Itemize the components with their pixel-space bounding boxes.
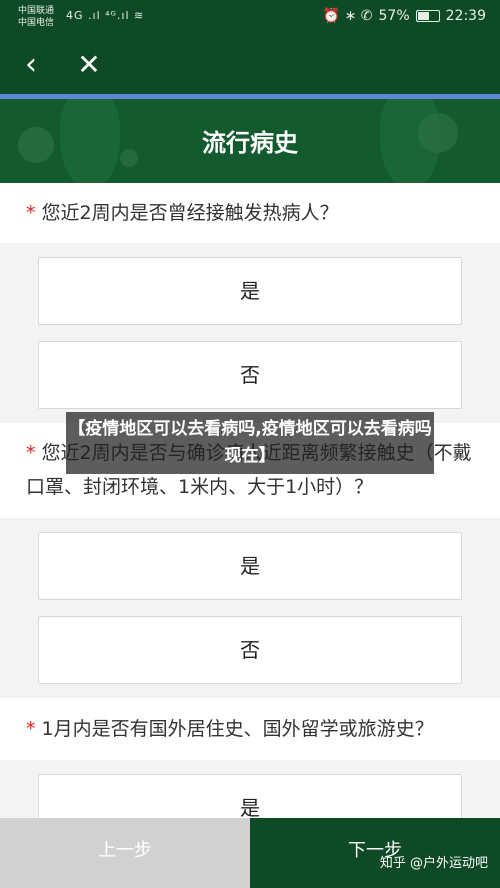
- watermark: 知乎 @户外运动吧: [379, 856, 488, 871]
- status-bar: 中国联通 中国电信 4G .ıl ⁴ᴳ.ıl ≋ ⏰ ∗ ✆ 57% 22:39: [0, 0, 500, 36]
- status-icons: ⏰ ∗ ✆: [322, 8, 373, 24]
- option-yes[interactable]: 是: [38, 257, 462, 325]
- question-1: * 您近2周内是否曾经接触发热病人？: [0, 183, 500, 243]
- option-no[interactable]: 否: [38, 616, 462, 684]
- back-button[interactable]: ‹: [14, 48, 48, 82]
- nav-bar: ‹ ✕: [0, 36, 500, 94]
- battery-icon: [415, 10, 440, 22]
- option-yes[interactable]: 是: [38, 532, 462, 600]
- carrier-labels: 中国联通 中国电信: [18, 5, 54, 29]
- options-1: 是 否: [0, 243, 500, 423]
- page-title: 流行病史: [202, 129, 298, 157]
- question-text: 您近2周内是否曾经接触发热病人？: [41, 202, 339, 224]
- header-banner: 流行病史: [0, 99, 500, 183]
- required-mark: *: [26, 718, 36, 740]
- required-mark: *: [26, 442, 36, 464]
- battery-percent: 57%: [378, 8, 410, 24]
- prev-step-button[interactable]: 上一步: [0, 818, 250, 888]
- title-overlay: 【疫情地区可以去看病吗,疫情地区可以去看病吗现在】: [66, 412, 434, 474]
- status-right: ⏰ ∗ ✆ 57% 22:39: [323, 8, 486, 24]
- signal-icon: 4G .ıl ⁴ᴳ.ıl ≋: [66, 9, 145, 22]
- question-text: 1月内是否有国外居住史、国外留学或旅游史？: [41, 718, 434, 740]
- required-mark: *: [26, 202, 36, 224]
- options-3: 是: [0, 760, 500, 842]
- option-no[interactable]: 否: [38, 341, 462, 409]
- options-2: 是 否: [0, 518, 500, 698]
- question-3: * 1月内是否有国外居住史、国外留学或旅游史？: [0, 698, 500, 760]
- clock: 22:39: [445, 8, 486, 24]
- carrier-1: 中国联通: [18, 6, 55, 16]
- carrier-2: 中国电信: [18, 18, 55, 28]
- close-button[interactable]: ✕: [72, 48, 106, 82]
